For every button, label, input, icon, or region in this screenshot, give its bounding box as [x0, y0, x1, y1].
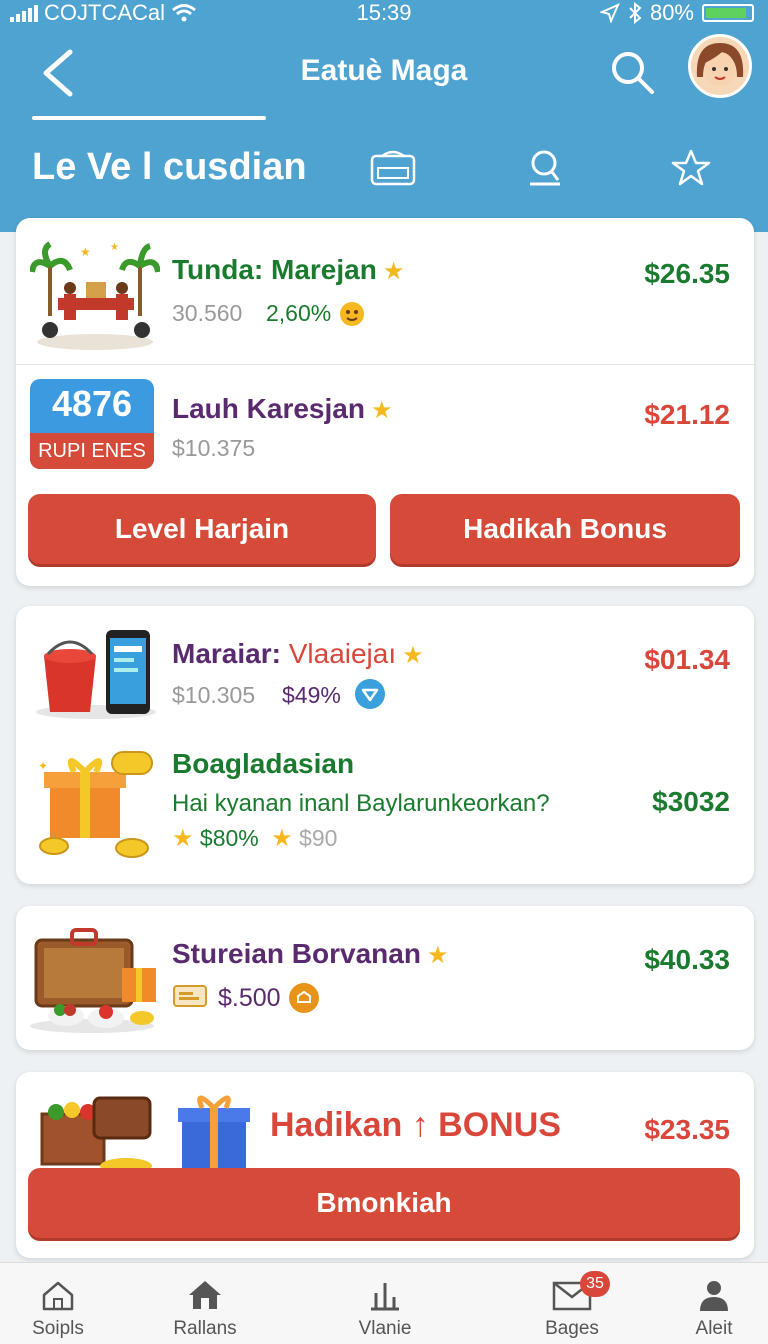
thumb-number: 4876	[51, 383, 133, 424]
bucket-phone-image	[34, 624, 158, 720]
tab-soipls[interactable]: Soipls	[8, 1263, 108, 1344]
ticket-icon	[173, 985, 207, 1007]
tab-label: Soipls	[32, 1318, 84, 1339]
svg-text:★: ★	[80, 245, 91, 259]
bonus-title-left: Hadikan	[270, 1106, 403, 1144]
treasure-chest-image	[26, 910, 160, 1034]
item-price: $26.35	[644, 258, 730, 289]
item-rating: $80%	[199, 825, 259, 851]
star-icon: ★	[382, 258, 405, 285]
tab-rallans[interactable]: Rallans	[155, 1263, 255, 1344]
tab-bages[interactable]: Bages 35	[522, 1263, 622, 1344]
item-title: Stureian Borvanan	[172, 938, 421, 969]
rupee-card-image: 4876 RUPI ENES	[30, 379, 154, 469]
tab-label: Aleit	[695, 1318, 733, 1339]
claim-button[interactable]: Bmonkiah	[28, 1168, 740, 1238]
bottom-tab-bar: Soipls Rallans Vlanie Bages 35 Aleit	[0, 1262, 768, 1344]
tab-label: Vlanie	[358, 1318, 412, 1339]
tab-label: Bages	[545, 1318, 599, 1339]
battery-percent: 80%	[649, 0, 694, 25]
magnifier-icon[interactable]	[522, 148, 568, 188]
bonus-card: Hadikan ↑ BONUS $23.35 Bmonkiah	[16, 1072, 754, 1258]
battery-icon	[702, 4, 754, 22]
offer-card: Maraiar: Vlaaiejaı ★ $10.305 $49% $01.34 …	[16, 606, 754, 884]
offer-card: Stureian Borvanan ★ $.500 $40.33	[16, 906, 754, 1050]
search-icon[interactable]	[608, 48, 656, 96]
tab-label: Rallans	[173, 1318, 237, 1339]
star-icon: ★	[402, 642, 424, 669]
item-percent: 2,60%	[266, 300, 332, 326]
item-value: $.500	[218, 984, 281, 1012]
chart-icon	[371, 1283, 399, 1311]
bonus-price: $23.35	[644, 1114, 730, 1145]
item-price: $21.12	[644, 399, 730, 430]
star-icon: ★	[370, 397, 393, 424]
coin-icon	[289, 983, 319, 1013]
item-value: $10.305	[172, 682, 256, 708]
item-title: Boagladasian	[172, 748, 355, 779]
person-icon	[700, 1281, 728, 1311]
section-title: Le Ve l cusdian	[32, 146, 307, 188]
item-old-price: $90	[299, 825, 338, 851]
gift-box-image	[174, 1088, 254, 1170]
svg-text:★: ★	[110, 242, 119, 253]
bonus-button[interactable]: Hadikah Bonus	[390, 494, 740, 564]
calendar-icon[interactable]	[370, 148, 416, 188]
level-button[interactable]: Level Harjain	[28, 494, 376, 564]
item-value: 30.560	[172, 300, 243, 326]
status-bar: COJTCACal 15:39 80%	[0, 0, 768, 26]
list-item[interactable]: Maraiar: Vlaaiejaı ★ $10.305 $49% $01.34	[16, 606, 754, 728]
gift-basket-image	[36, 1084, 156, 1174]
star-icon: ★	[172, 825, 194, 852]
house-icon	[189, 1281, 221, 1309]
item-percent: $49%	[282, 682, 341, 708]
market-stall-image: ★ ★	[30, 236, 160, 352]
list-item[interactable]: ★ ★ Tunda: Marejan ★ 30.560 2,60% $26.35	[16, 218, 754, 364]
tab-aleit[interactable]: Aleit	[664, 1263, 764, 1344]
star-icon: ★	[271, 825, 293, 852]
notification-badge: 35	[580, 1271, 610, 1297]
tab-vlanie[interactable]: Vlanie	[335, 1263, 435, 1344]
list-item[interactable]: 4876 RUPI ENES Lauh Karesjan ★ $10.375 $2…	[16, 365, 754, 485]
mask-icon	[340, 302, 364, 326]
star-icon[interactable]	[668, 148, 714, 188]
arrow-up-icon: ↑	[411, 1106, 429, 1144]
bluetooth-icon	[629, 2, 642, 24]
avatar[interactable]	[688, 34, 752, 98]
item-value: $10.375	[172, 435, 256, 461]
item-price: $3032	[652, 786, 730, 817]
gift-coins-image: ✦	[34, 742, 160, 862]
thumb-label: RUPI ENES	[30, 433, 154, 469]
diamond-icon	[355, 679, 385, 709]
item-price: $40.33	[644, 944, 730, 975]
star-icon: ★	[426, 942, 449, 969]
item-title-prefix: Maraiar:	[172, 638, 281, 669]
item-title-suffix: Vlaaiejaı	[288, 638, 397, 669]
item-title: Tunda: Marejan	[172, 254, 377, 285]
svg-text:✦: ✦	[38, 759, 48, 773]
item-price: $01.34	[644, 644, 730, 675]
location-icon	[599, 3, 620, 23]
bonus-title-right: BONUS	[438, 1106, 561, 1144]
item-title: Lauh Karesjan	[172, 393, 365, 424]
app-header: COJTCACal 15:39 80% Eatuè Maga Le Ve l c…	[0, 0, 768, 232]
tab-underline	[32, 116, 266, 120]
item-description: Hai kyanan inanl Baylarunkeorkan?	[172, 790, 550, 817]
list-item[interactable]: Stureian Borvanan ★ $.500 $40.33	[16, 906, 754, 1050]
home-icon	[42, 1281, 74, 1311]
offer-card: ★ ★ Tunda: Marejan ★ 30.560 2,60% $26.35 4…	[16, 218, 754, 586]
list-item[interactable]: ✦ Boagladasian Hai kyanan inanl Baylarun…	[16, 728, 754, 884]
